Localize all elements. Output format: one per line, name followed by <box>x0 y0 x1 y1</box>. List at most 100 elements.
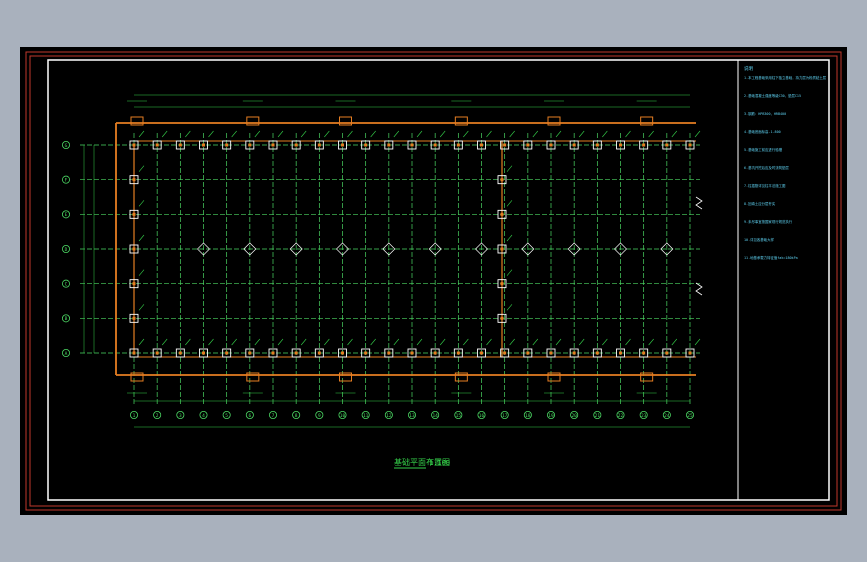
column-section <box>387 143 391 147</box>
axis-label-number: 12 <box>386 413 392 419</box>
leader-line <box>694 130 701 138</box>
axis-label-number: 14 <box>432 413 438 419</box>
axis-label-number: 7 <box>272 413 275 419</box>
column-section <box>500 247 504 251</box>
column-section <box>225 143 229 147</box>
note-line: 9.未尽事宜按国家现行规范执行 <box>744 219 793 224</box>
column-section <box>248 143 252 147</box>
column-section <box>619 143 622 147</box>
notes-panel: 说明 1.本工程基础采用柱下独立基础，持力层为粉质粘土层 2.基础混凝土强度等级C3… <box>744 65 827 260</box>
outer-red-frame <box>25 51 842 511</box>
leader-line <box>300 130 307 138</box>
column-section <box>341 351 344 355</box>
column-section <box>225 351 229 355</box>
leader-line <box>578 338 585 346</box>
leader-line <box>208 130 214 138</box>
column-section <box>642 351 646 355</box>
leader-line <box>486 130 492 138</box>
leader-line <box>439 338 446 346</box>
column-section <box>642 143 646 147</box>
foundation-plan-drawing: 1 2 3 4 5 6 7 8 9 10 11 12 13 14 15 16 17 18 19 20 21 22 23 24 2… <box>25 51 842 511</box>
leader-line <box>416 130 423 138</box>
axis-label-number: 2 <box>156 413 159 419</box>
leader-line <box>602 130 608 138</box>
axis-label-number: 13 <box>409 413 415 419</box>
column-section <box>155 351 159 355</box>
leader-line <box>370 130 376 138</box>
column-section <box>132 178 136 182</box>
column-section <box>500 178 504 182</box>
leader-line <box>138 165 145 172</box>
note-line: 11.地基承载力特征值fak=180kPa <box>744 255 798 260</box>
column-section <box>688 143 692 147</box>
axis-label-letter: F <box>65 177 68 183</box>
axis-label-letter: B <box>65 316 68 322</box>
axis-label-number: 8 <box>295 413 298 419</box>
leader-line <box>231 338 237 346</box>
leader-line <box>208 338 214 346</box>
axis-label-letter: A <box>65 351 68 357</box>
column-section <box>456 143 460 147</box>
leader-line <box>254 338 261 346</box>
leader-line <box>277 338 284 346</box>
leader-line <box>625 338 631 346</box>
column-section <box>294 143 298 147</box>
leader-line <box>506 234 513 242</box>
leader-line <box>393 338 400 346</box>
axis-label-letter: G <box>65 143 68 149</box>
leader-line <box>555 338 562 346</box>
column-section <box>503 351 507 355</box>
axis-label-number: 23 <box>641 413 647 419</box>
column-section <box>410 351 414 355</box>
leader-line <box>138 304 145 311</box>
drawing-border <box>47 59 830 501</box>
column-section <box>317 351 321 355</box>
axis-label-number: 10 <box>340 413 346 419</box>
column-section <box>178 351 182 355</box>
leader-line <box>648 338 654 346</box>
column-section <box>132 143 136 147</box>
leader-line <box>506 165 513 172</box>
column-section <box>500 316 504 320</box>
column-section <box>364 143 368 147</box>
leader-line <box>509 338 515 346</box>
cad-viewport[interactable]: 1 2 3 4 5 6 7 8 9 10 11 12 13 14 15 16 17 18 19 20 21 22 23 24 2… <box>20 47 847 515</box>
axis-label-letter: E <box>65 212 68 218</box>
leader-line <box>185 338 191 346</box>
leader-line <box>138 234 145 242</box>
note-line: 3.钢筋：HPB300，HRB400 <box>744 111 786 116</box>
leader-line <box>347 338 353 346</box>
column-section <box>202 143 205 147</box>
column-section <box>503 143 507 147</box>
column-section <box>549 351 553 355</box>
leader-line <box>254 130 261 138</box>
column-section <box>688 351 692 355</box>
column-section <box>480 143 483 147</box>
note-line: 1.本工程基础采用柱下独立基础，持力层为粉质粘土层 <box>744 75 827 80</box>
column-section <box>132 247 136 251</box>
column-section <box>271 143 275 147</box>
column-section <box>500 212 504 216</box>
break-mark <box>695 196 703 210</box>
notes-heading: 说明 <box>744 65 753 72</box>
axis-label-number: 9 <box>318 413 321 419</box>
leader-line <box>439 130 446 138</box>
column-section <box>341 143 344 147</box>
column-section <box>433 351 437 355</box>
leader-line <box>532 338 539 346</box>
column-section <box>178 143 182 147</box>
column-section <box>317 143 321 147</box>
column-section <box>202 351 205 355</box>
axis-label-number: 21 <box>595 413 601 419</box>
axis-label-number: 18 <box>525 413 531 419</box>
note-line: 6.基坑开挖后应及时浇筑垫层 <box>744 165 789 170</box>
column-section <box>572 351 576 355</box>
leader-line <box>506 304 513 311</box>
leader-line <box>486 338 492 346</box>
column-section <box>595 143 599 147</box>
column-section <box>364 351 368 355</box>
column-section <box>410 143 414 147</box>
leader-line <box>506 269 513 276</box>
axis-label-number: 1 <box>133 413 136 419</box>
leader-line <box>648 130 654 138</box>
